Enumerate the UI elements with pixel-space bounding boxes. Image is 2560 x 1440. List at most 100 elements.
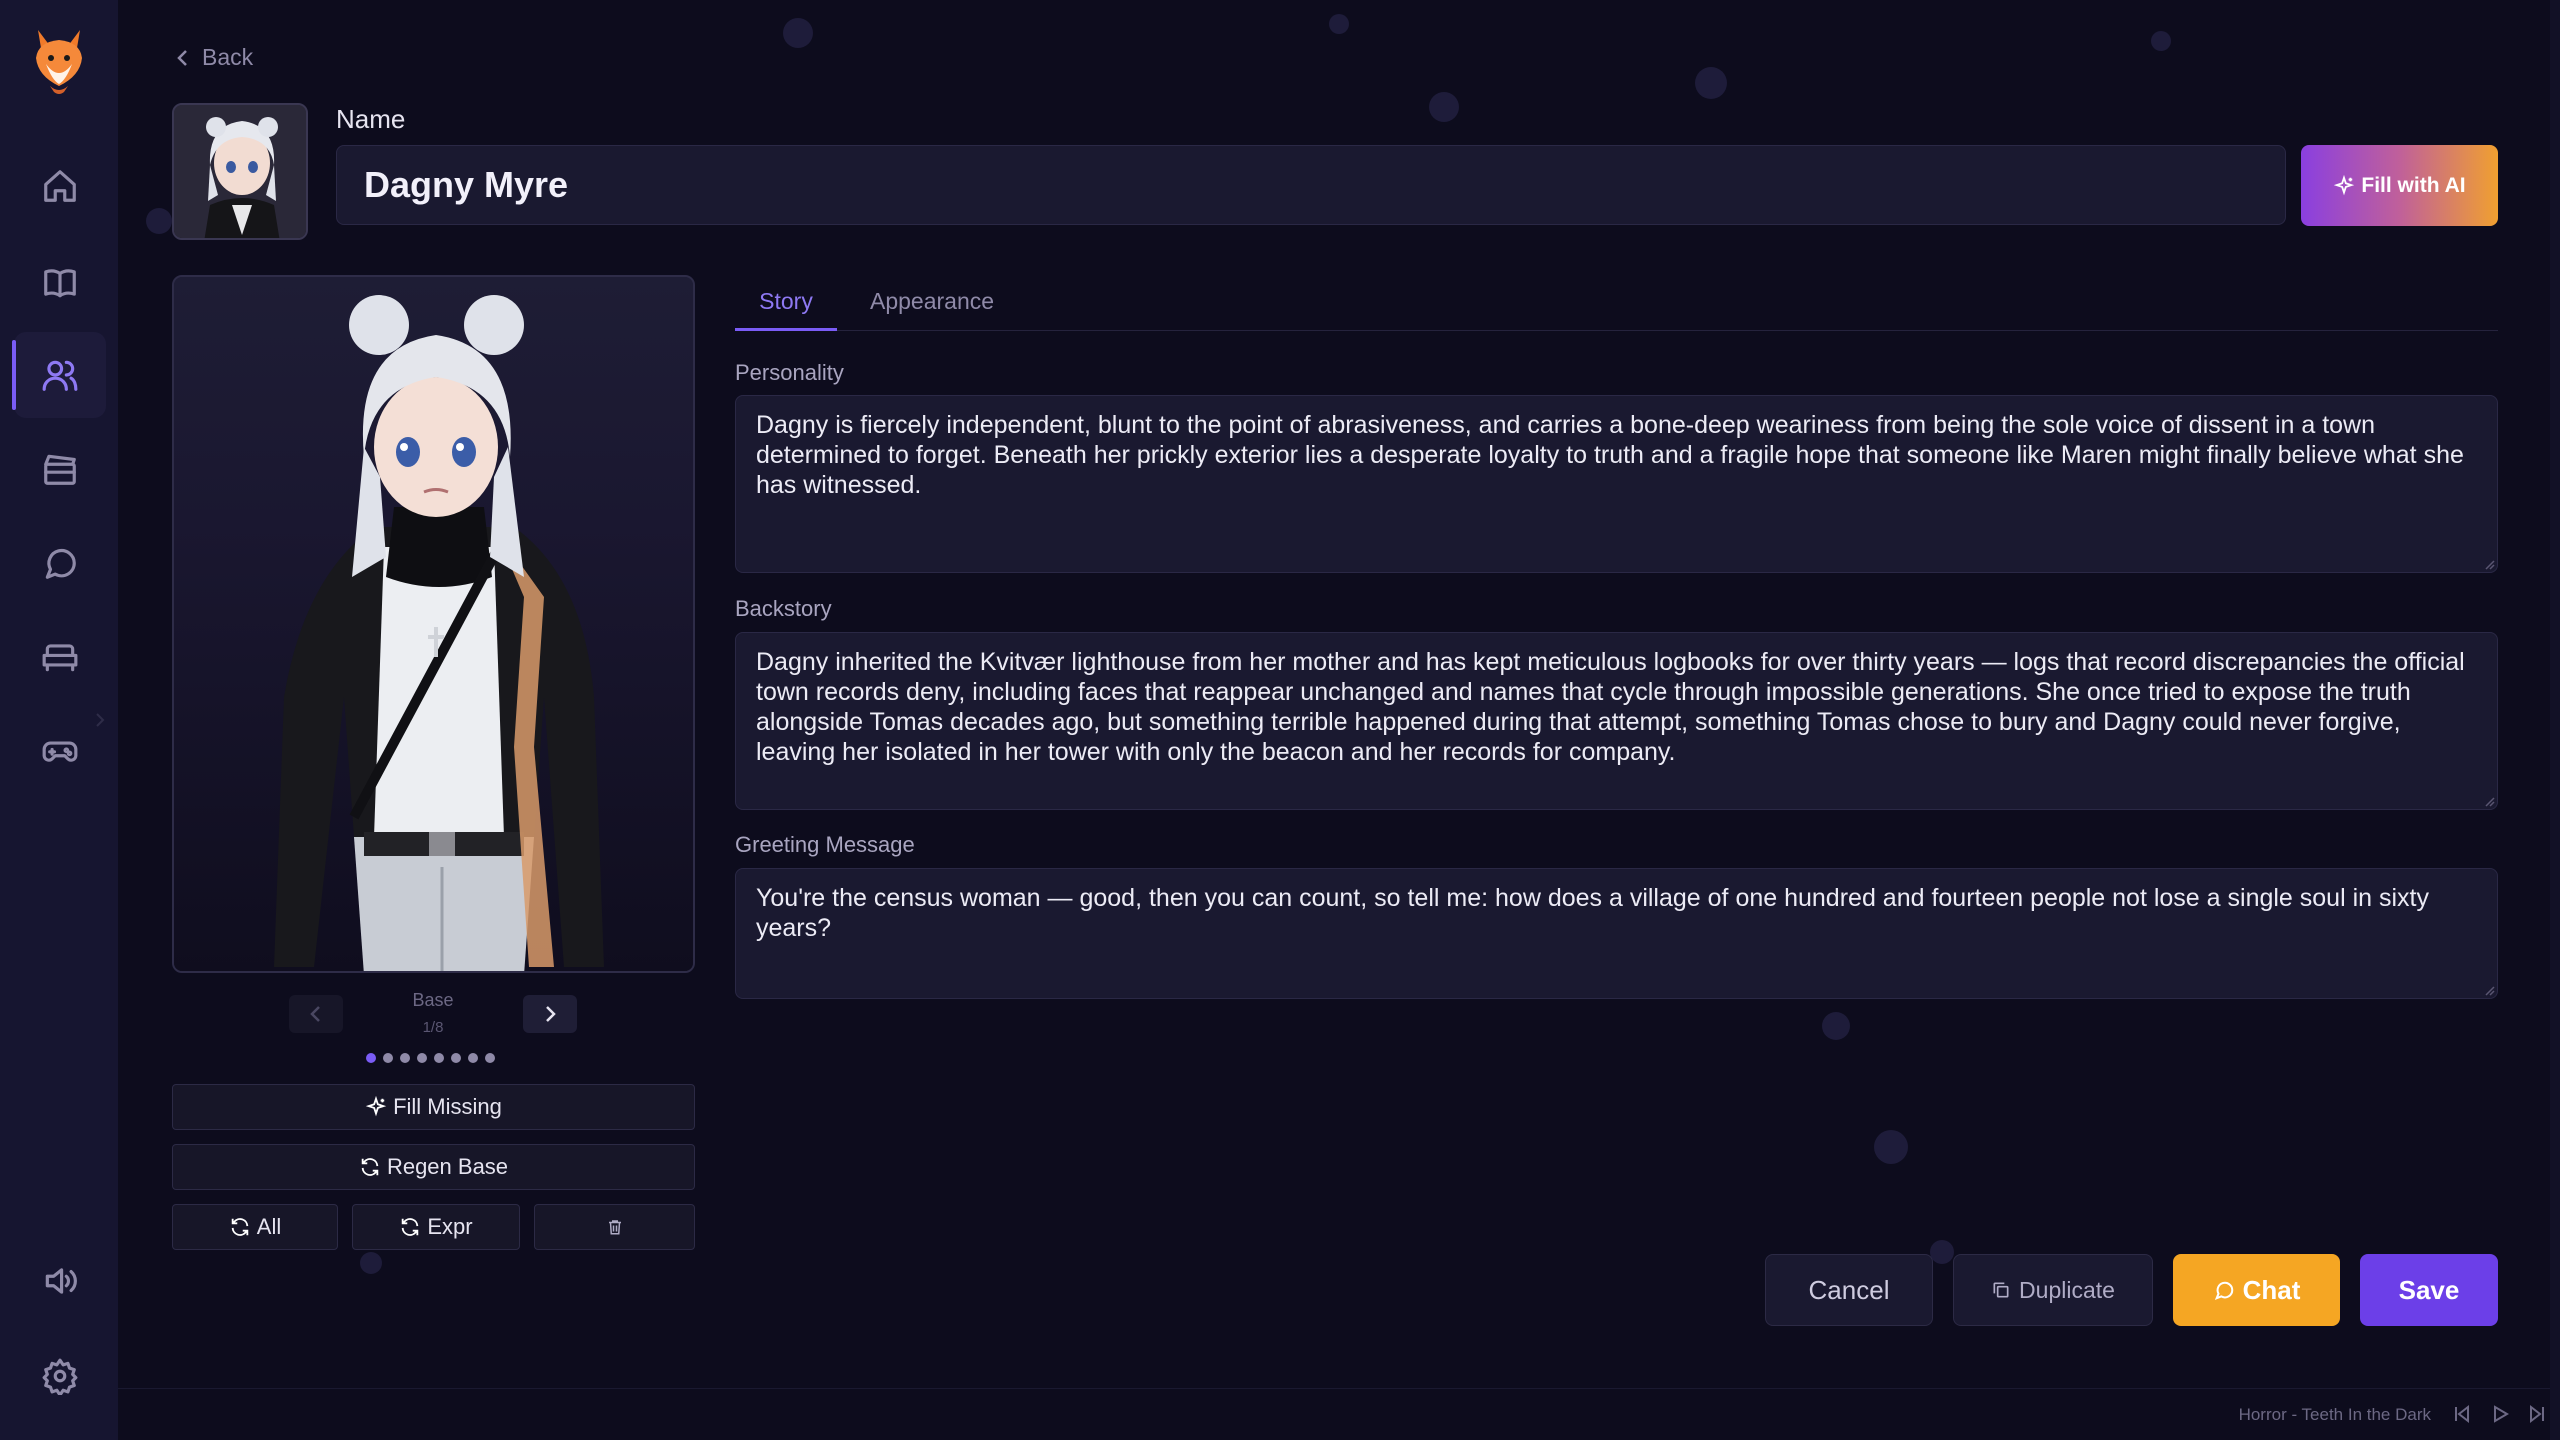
resize-handle-icon[interactable] (2483, 795, 2495, 807)
regen-base-button[interactable]: Regen Base (172, 1144, 695, 1190)
save-button[interactable]: Save (2360, 1254, 2498, 1326)
nav-rooms[interactable] (14, 614, 106, 700)
character-tabs: Story Appearance (735, 280, 2498, 331)
backstory-text: Dagny inherited the Kvitvær lighthouse f… (756, 648, 2465, 766)
duplicate-label: Duplicate (2019, 1276, 2115, 1303)
sparkle-icon (365, 1096, 387, 1117)
regen-all-button[interactable]: All (172, 1204, 338, 1250)
nav-characters[interactable] (12, 332, 106, 418)
resize-handle-icon[interactable] (2483, 558, 2495, 570)
skip-forward-icon (2530, 1404, 2544, 1424)
sparkle-icon (2334, 174, 2355, 195)
avatar-thumbnail[interactable] (172, 103, 308, 240)
now-playing-track: Horror - Teeth In the Dark (2238, 1405, 2431, 1424)
personality-text: Dagny is fiercely independent, blunt to … (756, 411, 2464, 499)
skip-back-icon (2455, 1404, 2469, 1424)
fill-missing-label: Fill Missing (393, 1094, 502, 1119)
fox-logo[interactable] (30, 24, 88, 96)
refresh-icon (361, 1158, 379, 1176)
fill-with-ai-button[interactable]: Fill with AI (2301, 145, 2498, 226)
tab-story[interactable]: Story (735, 288, 837, 331)
background-dot (1695, 67, 1727, 99)
regen-expressions-label: Expr (427, 1214, 473, 1239)
character-portrait (172, 275, 695, 973)
variant-dot[interactable] (400, 1053, 410, 1063)
refresh-icon (402, 1218, 419, 1236)
previous-variant-button[interactable] (289, 995, 343, 1033)
duplicate-button[interactable]: Duplicate (1953, 1254, 2153, 1326)
variant-dot[interactable] (468, 1053, 478, 1063)
background-dot (2151, 31, 2171, 51)
gamepad-icon (42, 741, 78, 762)
music-player-bar: Horror - Teeth In the Dark (118, 1388, 2560, 1440)
variant-dots (366, 1053, 495, 1063)
fill-missing-button[interactable]: Fill Missing (172, 1084, 695, 1130)
save-label: Save (2398, 1274, 2460, 1305)
background-dot (1822, 1012, 1850, 1040)
resize-handle-icon[interactable] (2483, 984, 2495, 996)
nav-home[interactable] (14, 143, 106, 229)
chevron-left-icon (177, 49, 187, 66)
next-track-button[interactable] (2526, 1403, 2548, 1425)
nav-settings[interactable] (14, 1333, 106, 1419)
greeting-textarea[interactable]: You're the census woman — good, then you… (735, 868, 2498, 999)
copy-icon (1993, 1282, 2009, 1298)
tab-appearance[interactable]: Appearance (870, 288, 994, 315)
page-scrollbar[interactable] (2550, 0, 2560, 1440)
chat-label: Chat (2242, 1274, 2301, 1305)
play-button[interactable] (2489, 1403, 2511, 1425)
personality-label: Personality (735, 360, 844, 385)
regen-expressions-button[interactable]: Expr (352, 1204, 520, 1250)
greeting-label: Greeting Message (735, 832, 915, 857)
refresh-icon (231, 1218, 249, 1236)
chevron-right-icon (546, 1006, 556, 1022)
nav-chats[interactable] (14, 520, 106, 606)
chat-bubble-icon (2214, 1281, 2233, 1301)
background-dot (1874, 1130, 1908, 1164)
chat-button[interactable]: Chat (2173, 1254, 2340, 1326)
backstory-label: Backstory (735, 596, 832, 621)
background-dot (146, 208, 172, 234)
speaker-icon (45, 1268, 77, 1294)
variant-dot[interactable] (417, 1053, 427, 1063)
variant-dot[interactable] (383, 1053, 393, 1063)
next-variant-button[interactable] (523, 995, 577, 1033)
chevron-right-icon[interactable] (94, 710, 106, 730)
variant-dot[interactable] (485, 1053, 495, 1063)
name-input[interactable]: Dagny Myre (336, 145, 2286, 225)
book-icon (44, 269, 76, 298)
variant-dot[interactable] (366, 1053, 376, 1063)
cancel-button[interactable]: Cancel (1765, 1254, 1933, 1326)
fill-with-ai-label: Fill with AI (2361, 173, 2466, 197)
regen-all-label: All (256, 1214, 282, 1239)
background-dot (360, 1252, 382, 1274)
chevron-left-icon (310, 1006, 320, 1022)
personality-textarea[interactable]: Dagny is fiercely independent, blunt to … (735, 395, 2498, 573)
variant-dot[interactable] (434, 1053, 444, 1063)
gear-icon (42, 1358, 78, 1395)
backstory-textarea[interactable]: Dagny inherited the Kvitvær lighthouse f… (735, 632, 2498, 810)
delete-image-button[interactable] (534, 1204, 695, 1250)
regen-base-label: Regen Base (386, 1154, 509, 1179)
cancel-label: Cancel (1808, 1274, 1890, 1305)
chat-bubble-icon (45, 548, 76, 579)
play-icon (2494, 1405, 2509, 1423)
trash-icon (608, 1220, 621, 1235)
home-icon (44, 170, 76, 202)
sofa-icon (42, 644, 78, 672)
nav-games[interactable] (14, 708, 106, 794)
nav-scenes[interactable] (14, 426, 106, 512)
nav-library[interactable] (14, 240, 106, 326)
clapperboard-icon (44, 454, 76, 485)
greeting-text: You're the census woman — good, then you… (756, 884, 2429, 942)
background-dot (1429, 92, 1459, 122)
back-link[interactable]: Back (174, 44, 253, 71)
nav-audio[interactable] (14, 1238, 106, 1324)
previous-track-button[interactable] (2451, 1403, 2473, 1425)
name-label: Name (336, 104, 406, 134)
sidebar (0, 0, 118, 1440)
background-dot (1329, 14, 1349, 34)
back-label: Back (202, 44, 254, 70)
background-dot (783, 18, 813, 48)
variant-dot[interactable] (451, 1053, 461, 1063)
